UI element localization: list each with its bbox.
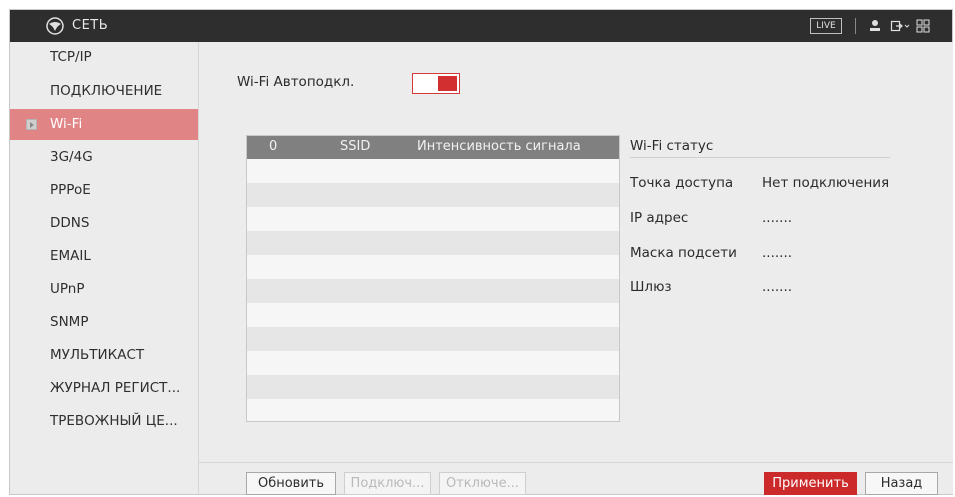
sidebar-item-label: DDNS bbox=[50, 215, 90, 231]
sidebar-item-label: SNMP bbox=[50, 314, 89, 330]
sidebar-item-upnp[interactable]: UPnP bbox=[10, 274, 198, 305]
table-row[interactable] bbox=[247, 327, 619, 351]
logo-icon bbox=[46, 17, 64, 35]
sidebar-item-label: ПОДКЛЮЧЕНИЕ bbox=[50, 83, 163, 99]
sidebar-item-multicast[interactable]: МУЛЬТИКАСТ bbox=[10, 340, 198, 371]
sidebar-item-email[interactable]: EMAIL bbox=[10, 241, 198, 272]
sidebar-item-label: PPPoE bbox=[50, 182, 91, 198]
autoconnect-toggle[interactable] bbox=[412, 73, 460, 94]
status-divider bbox=[630, 157, 890, 158]
table-header: 0 SSID Интенсивность сигнала bbox=[247, 136, 619, 159]
sidebar-item-label: EMAIL bbox=[50, 248, 91, 264]
settings-window: СЕТЬ LIVE TCP/IP ПОДКЛЮЧЕНИЕ Wi-Fi 3G/4G… bbox=[9, 9, 953, 495]
ip-address-label: IP адрес bbox=[630, 210, 689, 226]
sidebar-item-snmp[interactable]: SNMP bbox=[10, 307, 198, 338]
sidebar-item-wifi[interactable]: Wi-Fi bbox=[10, 109, 198, 140]
table-row[interactable] bbox=[247, 207, 619, 231]
grid-icon[interactable] bbox=[916, 18, 930, 34]
disconnect-button[interactable]: Отключе... bbox=[439, 472, 526, 495]
title-bar: СЕТЬ LIVE bbox=[10, 10, 952, 42]
autoconnect-label: Wi-Fi Автоподкл. bbox=[237, 74, 355, 90]
sidebar-item-alarm-center[interactable]: ТРЕВОЖНЫЙ ЦЕ... bbox=[10, 406, 198, 437]
page-title: СЕТЬ bbox=[72, 18, 109, 33]
sidebar-item-label: МУЛЬТИКАСТ bbox=[50, 347, 145, 363]
main-content: Wi-Fi Автоподкл. 0 SSID Интенсивность си… bbox=[198, 42, 953, 495]
footer-divider bbox=[199, 462, 953, 463]
subnet-mask-value: ....... bbox=[762, 245, 793, 261]
live-button[interactable]: LIVE bbox=[810, 18, 842, 34]
user-icon[interactable] bbox=[868, 18, 882, 34]
access-point-label: Точка доступа bbox=[630, 175, 734, 191]
wifi-network-table: 0 SSID Интенсивность сигнала bbox=[246, 135, 620, 422]
sidebar-item-label: ТРЕВОЖНЫЙ ЦЕ... bbox=[50, 413, 178, 429]
sidebar: TCP/IP ПОДКЛЮЧЕНИЕ Wi-Fi 3G/4G PPPoE DDN… bbox=[10, 42, 198, 494]
divider bbox=[855, 18, 856, 34]
table-row[interactable] bbox=[247, 231, 619, 255]
table-row[interactable] bbox=[247, 279, 619, 303]
sidebar-item-label: UPnP bbox=[50, 281, 85, 297]
sidebar-item-connection[interactable]: ПОДКЛЮЧЕНИЕ bbox=[10, 76, 198, 107]
sidebar-item-register-log[interactable]: ЖУРНАЛ РЕГИСТ... bbox=[10, 373, 198, 404]
table-row[interactable] bbox=[247, 183, 619, 207]
chevron-right-icon bbox=[26, 119, 37, 130]
table-row[interactable] bbox=[247, 375, 619, 399]
table-row[interactable] bbox=[247, 399, 619, 421]
sidebar-item-label: ЖУРНАЛ РЕГИСТ... bbox=[50, 380, 181, 396]
table-row[interactable] bbox=[247, 255, 619, 279]
table-row[interactable] bbox=[247, 303, 619, 327]
toggle-knob bbox=[438, 76, 457, 91]
sidebar-item-ddns[interactable]: DDNS bbox=[10, 208, 198, 239]
refresh-button[interactable]: Обновить bbox=[246, 472, 336, 495]
ip-address-value: ....... bbox=[762, 210, 793, 226]
column-header-ssid[interactable]: SSID bbox=[340, 139, 370, 154]
sidebar-item-label: Wi-Fi bbox=[50, 116, 83, 132]
gateway-label: Шлюз bbox=[630, 279, 672, 295]
wifi-status-title: Wi-Fi статус bbox=[630, 138, 714, 154]
access-point-value: Нет подключения bbox=[762, 175, 890, 191]
connect-button[interactable]: Подключ... bbox=[344, 472, 431, 495]
column-header-index[interactable]: 0 bbox=[269, 139, 277, 154]
sidebar-item-label: TCP/IP bbox=[50, 49, 92, 65]
subnet-mask-label: Маска подсети bbox=[630, 245, 737, 261]
table-row[interactable] bbox=[247, 351, 619, 375]
apply-button[interactable]: Применить bbox=[764, 472, 857, 495]
logout-icon[interactable] bbox=[890, 18, 910, 34]
sidebar-item-3g4g[interactable]: 3G/4G bbox=[10, 142, 198, 173]
sidebar-item-pppoe[interactable]: PPPoE bbox=[10, 175, 198, 206]
gateway-value: ....... bbox=[762, 279, 793, 295]
column-header-signal[interactable]: Интенсивность сигнала bbox=[417, 139, 581, 154]
sidebar-item-label: 3G/4G bbox=[50, 149, 93, 165]
sidebar-item-tcpip[interactable]: TCP/IP bbox=[10, 42, 198, 73]
table-row[interactable] bbox=[247, 159, 619, 183]
back-button[interactable]: Назад bbox=[865, 472, 938, 495]
